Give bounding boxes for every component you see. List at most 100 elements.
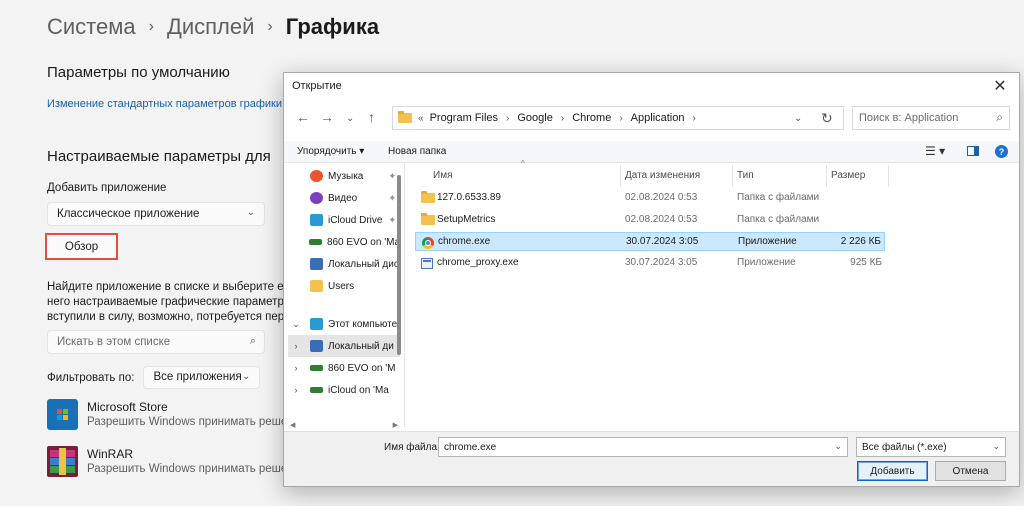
- preview-pane-icon[interactable]: [967, 146, 979, 156]
- nav-item-label: 860 EVO on 'M: [328, 362, 396, 374]
- nav-item[interactable]: › iCloud on 'Ma: [288, 379, 400, 401]
- change-defaults-link[interactable]: Изменение стандартных параметров графики: [47, 98, 282, 110]
- column-size[interactable]: Размер: [831, 170, 865, 181]
- nav-item[interactable]: 860 EVO on 'Ma: [288, 231, 400, 253]
- nav-item[interactable]: ⌄ Этот компьюте: [288, 313, 400, 335]
- file-row[interactable]: SetupMetrics 02.08.2024 0:53 Папка с файла…: [415, 211, 885, 230]
- computer-icon: [310, 318, 323, 330]
- nav-item[interactable]: › 860 EVO on 'M: [288, 357, 400, 379]
- address-crumb[interactable]: Google: [517, 112, 552, 124]
- exe-icon: [421, 258, 433, 269]
- folder-search-input[interactable]: Поиск в: Application ⌕: [852, 106, 1010, 130]
- breadcrumb-system[interactable]: Система: [47, 14, 136, 40]
- app-type-value: Классическое приложение: [57, 208, 200, 220]
- app-name: Microsoft Store: [87, 400, 168, 414]
- new-folder-button[interactable]: Новая папка: [388, 146, 446, 157]
- chevron-right-icon: ›: [267, 18, 273, 35]
- pane-divider[interactable]: [404, 163, 405, 427]
- dialog-footer: Имя файла: chrome.exe ⌄ Все файлы (*.exe…: [284, 431, 1019, 486]
- file-row[interactable]: chrome.exe 30.07.2024 3:05 Приложение 2 226…: [415, 232, 885, 251]
- column-divider[interactable]: [732, 165, 733, 187]
- column-date[interactable]: Дата изменения: [625, 170, 700, 181]
- nav-scrollbar[interactable]: [397, 175, 401, 355]
- column-divider[interactable]: [888, 165, 889, 187]
- file-name: chrome_proxy.exe: [437, 257, 519, 268]
- view-options-icon[interactable]: ☰ ▾: [925, 144, 945, 158]
- address-overflow[interactable]: «: [418, 113, 424, 124]
- recent-locations-chevron-icon[interactable]: ⌄: [346, 113, 354, 124]
- filename-input[interactable]: chrome.exe ⌄: [438, 437, 848, 457]
- forward-arrow-icon[interactable]: →: [320, 109, 334, 125]
- filter-row: Фильтровать по: Все приложения ⌄: [47, 366, 261, 389]
- folder-icon: [421, 191, 435, 203]
- column-divider[interactable]: [826, 165, 827, 187]
- nav-item[interactable]: › Локальный ди: [288, 335, 400, 357]
- column-name[interactable]: Имя: [433, 170, 452, 181]
- pin-icon: ✦: [388, 170, 396, 181]
- file-row[interactable]: 127.0.6533.89 02.08.2024 0:53 Папка с файл…: [415, 189, 885, 208]
- organize-button[interactable]: Упорядочить ▾: [297, 146, 364, 157]
- filetype-select[interactable]: Все файлы (*.exe) ⌄: [856, 437, 1006, 457]
- scroll-left-icon[interactable]: ◀: [290, 421, 295, 429]
- breadcrumb-display[interactable]: Дисплей: [167, 14, 254, 40]
- column-headers: Имя Дата изменения Тип Размер: [405, 165, 1017, 187]
- cancel-button[interactable]: Отмена: [935, 461, 1006, 481]
- chevron-right-icon: ›: [560, 112, 565, 124]
- nav-item[interactable]: Users: [288, 275, 400, 297]
- nav-horizontal-scrollbar[interactable]: ◀ ▶: [288, 421, 400, 431]
- chevron-down-icon[interactable]: ⌄: [794, 113, 802, 124]
- up-arrow-icon[interactable]: ↑: [368, 109, 375, 125]
- nav-item-label: Видео: [328, 192, 358, 204]
- address-crumb[interactable]: Application: [631, 112, 685, 124]
- chevron-right-icon: ›: [148, 18, 154, 35]
- drive-icon: [310, 387, 323, 393]
- drive-icon: [310, 365, 323, 371]
- help-icon[interactable]: ?: [995, 145, 1008, 158]
- file-size: 2 226 КБ: [840, 236, 881, 247]
- refresh-icon[interactable]: ↻: [821, 110, 833, 127]
- page-title: Графика: [285, 14, 380, 39]
- column-type[interactable]: Тип: [737, 170, 754, 181]
- local-disk-icon: [310, 340, 323, 352]
- nav-item-label: iCloud Drive: [328, 214, 383, 226]
- folder-icon: [421, 213, 435, 225]
- filter-value: Все приложения: [153, 371, 242, 383]
- chevron-right-icon[interactable]: ›: [288, 363, 304, 373]
- address-crumb[interactable]: Chrome: [572, 112, 611, 124]
- file-row[interactable]: chrome_proxy.exe 30.07.2024 3:05 Приложени…: [415, 254, 885, 273]
- filter-select[interactable]: Все приложения ⌄: [143, 366, 261, 389]
- nav-item[interactable]: Музыка ✦: [288, 165, 400, 187]
- nav-item[interactable]: iCloud Drive ✦: [288, 209, 400, 231]
- nav-item[interactable]: Видео ✦: [288, 187, 400, 209]
- app-subtitle: Разрешить Windows принимать решен: [87, 416, 294, 428]
- nav-item-label: Локальный ди: [328, 340, 394, 352]
- local-disk-icon: [310, 258, 323, 270]
- search-icon: ⌕: [249, 335, 256, 347]
- description-line: Найдите приложение в списке и выберите е…: [47, 281, 298, 293]
- add-button[interactable]: Добавить: [857, 461, 928, 481]
- file-date: 30.07.2024 3:05: [626, 236, 699, 247]
- scroll-right-icon[interactable]: ▶: [393, 421, 398, 429]
- dialog-toolbar: Упорядочить ▾ Новая папка ☰ ▾ ?: [284, 141, 1019, 163]
- nav-item[interactable]: Локальный дис: [288, 253, 400, 275]
- folder-search-placeholder: Поиск в: Application: [859, 112, 959, 124]
- pin-icon: ✦: [388, 192, 396, 203]
- chevron-right-icon[interactable]: ›: [288, 341, 304, 351]
- filetype-value: Все файлы (*.exe): [862, 442, 947, 453]
- microsoft-store-icon: [47, 399, 78, 430]
- address-crumb[interactable]: Program Files: [430, 112, 498, 124]
- filename-value: chrome.exe: [444, 442, 497, 453]
- browse-button[interactable]: Обзор: [45, 233, 118, 260]
- address-bar[interactable]: « Program Files › Google › Chrome › Appl…: [392, 106, 844, 130]
- file-type: Приложение: [738, 236, 797, 247]
- chevron-right-icon[interactable]: ›: [288, 385, 304, 395]
- app-type-select[interactable]: Классическое приложение ⌄: [47, 202, 265, 226]
- column-divider[interactable]: [620, 165, 621, 187]
- chevron-down-icon[interactable]: ⌄: [834, 441, 842, 452]
- close-icon[interactable]: ✕: [986, 74, 1014, 98]
- chevron-down-icon[interactable]: ⌄: [288, 319, 304, 330]
- file-date: 30.07.2024 3:05: [625, 257, 698, 268]
- breadcrumb: Система › Дисплей › Графика: [47, 14, 379, 40]
- back-arrow-icon[interactable]: ←: [296, 109, 310, 125]
- app-search-input[interactable]: Искать в этом списке ⌕: [47, 330, 265, 354]
